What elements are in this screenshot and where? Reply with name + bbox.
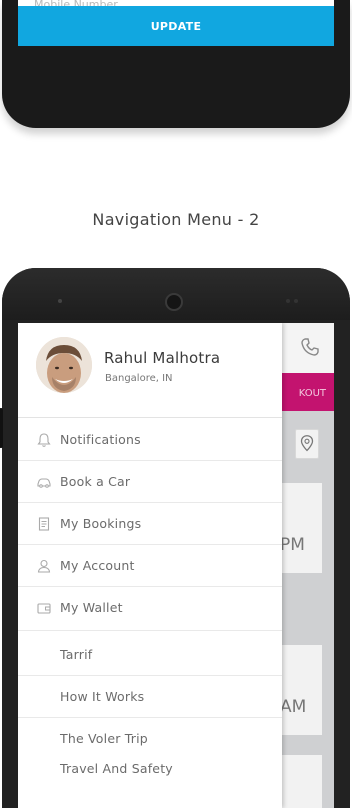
menu-item-book-a-car[interactable]: Book a Car: [18, 461, 282, 503]
user-icon: [37, 559, 51, 573]
front-camera: [58, 299, 62, 303]
location-pin-box[interactable]: [295, 429, 319, 459]
menu-label-tarrif: Tarrif: [60, 647, 93, 662]
menu-label-my-account: My Account: [60, 558, 135, 573]
sensor-2: [294, 299, 298, 303]
menu-label-my-wallet: My Wallet: [60, 600, 123, 615]
menu-item-my-bookings[interactable]: My Bookings: [18, 503, 282, 545]
avatar-photo: [36, 337, 92, 393]
top-phone-mockup: Mobile Number UPDATE: [2, 0, 350, 128]
menu-item-notifications[interactable]: Notifications: [18, 419, 282, 461]
navigation-drawer: Rahul Malhotra Bangalore, IN Notificatio…: [18, 323, 282, 808]
speaker-grille: [165, 293, 183, 311]
menu-item-tarrif[interactable]: Tarrif: [18, 641, 282, 671]
car-icon: [37, 478, 51, 488]
menu-item-my-wallet[interactable]: My Wallet: [18, 587, 282, 631]
user-location: Bangalore, IN: [105, 373, 173, 384]
location-pin-icon: [300, 435, 314, 452]
camera-icon[interactable]: [84, 389, 92, 393]
menu-label-notifications: Notifications: [60, 432, 141, 447]
menu-label-the-voler-trip: The Voler Trip: [60, 731, 148, 746]
drop-time-card[interactable]: [278, 645, 322, 735]
menu-label-how-it-works: How It Works: [60, 689, 145, 704]
menu-item-my-account[interactable]: My Account: [18, 545, 282, 587]
menu-label-travel-and-safety: Travel And Safety: [60, 761, 173, 776]
section-title: Navigation Menu - 2: [92, 210, 260, 229]
phone-screen: KOUT PM AM Rahul Malhotra Bangalore, IN …: [18, 323, 334, 808]
pickup-time-card[interactable]: [278, 483, 322, 573]
bell-icon: [37, 433, 51, 447]
menu-divider: [18, 717, 282, 718]
volume-button: [0, 408, 3, 448]
phone-call-icon[interactable]: [300, 337, 320, 357]
bottom-card: [278, 755, 322, 808]
menu-item-the-voler-trip[interactable]: The Voler Trip: [18, 725, 282, 755]
menu-item-travel-and-safety[interactable]: Travel And Safety: [18, 755, 282, 785]
sensor: [286, 299, 290, 303]
top-phone-screen: Mobile Number UPDATE: [18, 0, 334, 46]
user-name: Rahul Malhotra: [104, 349, 221, 367]
drop-time-suffix: AM: [280, 697, 307, 717]
phone-mockup: KOUT PM AM Rahul Malhotra Bangalore, IN …: [0, 268, 350, 808]
menu-label-my-bookings: My Bookings: [60, 516, 142, 531]
menu-label-book-a-car: Book a Car: [60, 474, 131, 489]
menu-item-how-it-works[interactable]: How It Works: [18, 683, 282, 713]
menu-divider: [18, 675, 282, 676]
avatar[interactable]: [36, 337, 92, 393]
update-button[interactable]: UPDATE: [18, 6, 334, 46]
pickup-time-suffix: PM: [280, 535, 305, 555]
document-icon: [38, 517, 50, 531]
profile-header[interactable]: Rahul Malhotra Bangalore, IN: [18, 323, 282, 418]
wallet-icon: [37, 603, 51, 614]
